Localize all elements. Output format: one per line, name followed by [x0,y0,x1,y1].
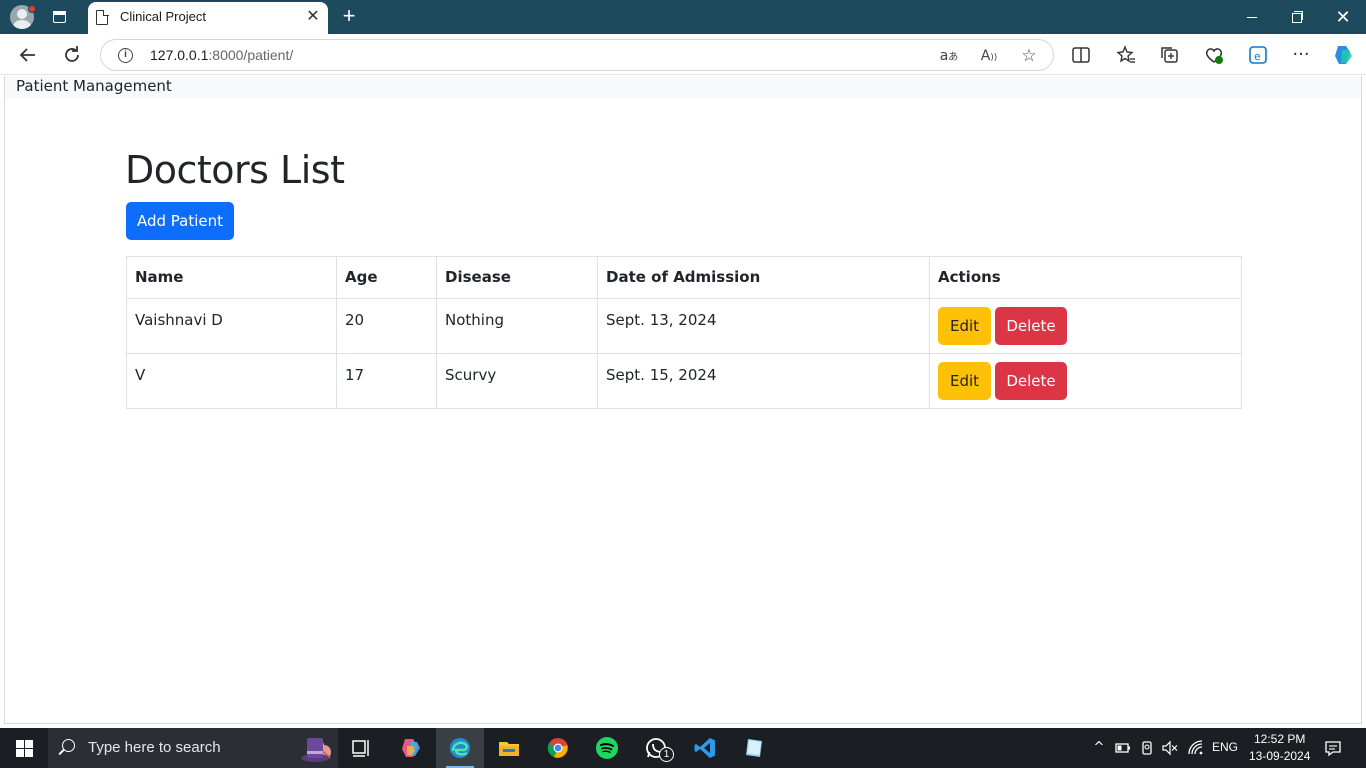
cell-disease: Scurvy [436,353,598,409]
read-aloud-icon[interactable]: A)) [979,46,999,66]
url-text[interactable]: 127.0.0.1:8000/patient/ [150,47,293,63]
taskbar-task-view[interactable] [338,728,386,768]
table-header-row: Name Age Disease Date of Admission Actio… [126,256,1242,299]
search-placeholder: Type here to search [88,739,221,756]
taskbar-spotify[interactable] [583,728,631,768]
cell-name: Vaishnavi D [126,298,337,354]
back-arrow-icon[interactable] [15,42,41,68]
notification-center-icon[interactable] [1324,739,1342,757]
taskbar-copilot[interactable] [387,728,435,768]
page-viewport: Patient Management Doctors List Add Pati… [4,76,1362,724]
battery-icon[interactable] [1114,739,1132,757]
collections-icon[interactable] [1157,42,1183,68]
minimize-icon[interactable] [1241,6,1263,28]
navbar-brand[interactable]: Patient Management [16,77,172,95]
cell-age: 20 [336,298,437,354]
favorite-star-icon[interactable]: ☆ [1019,46,1039,66]
taskbar-notes-app[interactable] [730,728,778,768]
translate-icon[interactable]: aあ [939,46,959,66]
page-title: Doctors List [125,148,345,192]
taskbar-edge[interactable] [436,728,484,768]
taskbar-chrome[interactable] [534,728,582,768]
whatsapp-badge: 1 [659,747,674,762]
tab-actions-icon[interactable] [50,8,68,26]
speaker-muted-icon[interactable] [1161,739,1179,757]
add-patient-button[interactable]: Add Patient [126,202,234,240]
windows-start-icon[interactable] [16,740,33,757]
edit-button[interactable]: Edit [938,362,991,400]
browser-tab[interactable]: Clinical Project ✕ [88,2,328,34]
clock-date[interactable]: 13-09-2024 [1249,749,1310,763]
tab-close-icon[interactable]: ✕ [304,8,322,26]
profile-notification-dot [28,5,36,13]
header-name: Name [126,256,337,299]
site-info-icon[interactable]: i [118,48,133,63]
header-date: Date of Admission [597,256,930,299]
navbar: Patient Management [5,76,1361,98]
refresh-icon[interactable] [59,42,85,68]
delete-button[interactable]: Delete [995,307,1067,345]
taskbar: Type here to search 1 ^ ENG 12:52 PM 13-… [0,728,1366,768]
search-icon [62,739,75,752]
taskbar-vscode[interactable] [681,728,729,768]
header-disease: Disease [436,256,598,299]
delete-button[interactable]: Delete [995,362,1067,400]
edge-extension-icon[interactable]: e [1245,42,1271,68]
cell-actions: Edit Delete [929,298,1242,354]
browser-toolbar: i 127.0.0.1:8000/patient/ aあ A)) ☆ e ··· [0,34,1366,75]
show-hidden-icons-chevron-icon[interactable]: ^ [1090,739,1108,757]
clock-time[interactable]: 12:52 PM [1254,732,1305,746]
taskbar-whatsapp[interactable]: 1 [632,728,680,768]
page-icon [96,9,109,25]
cell-date: Sept. 15, 2024 [597,353,930,409]
address-bar[interactable]: i 127.0.0.1:8000/patient/ aあ A)) ☆ [100,39,1054,71]
cell-disease: Nothing [436,298,598,354]
cell-actions: Edit Delete [929,353,1242,409]
wifi-icon[interactable] [1187,739,1205,757]
favorites-icon[interactable] [1113,42,1139,68]
browser-tab-strip: Clinical Project ✕ + ✕ [0,0,1366,34]
magician-hat-icon[interactable] [300,734,330,762]
cell-age: 17 [336,353,437,409]
cell-date: Sept. 13, 2024 [597,298,930,354]
header-age: Age [336,256,437,299]
header-actions: Actions [929,256,1242,299]
window-close-icon[interactable]: ✕ [1332,6,1354,28]
taskbar-file-explorer[interactable] [485,728,533,768]
new-tab-icon[interactable]: + [338,4,360,28]
split-screen-icon[interactable] [1068,42,1094,68]
language-indicator[interactable]: ENG [1212,740,1238,754]
cell-name: V [126,353,337,409]
patients-table: Name Age Disease Date of Admission Actio… [126,256,1242,409]
table-row: V 17 Scurvy Sept. 15, 2024 Edit Delete [126,353,1242,409]
taskbar-search-box[interactable]: Type here to search [48,728,338,768]
tab-title: Clinical Project [120,9,206,24]
meet-now-icon[interactable] [1138,739,1156,757]
table-row: Vaishnavi D 20 Nothing Sept. 13, 2024 Ed… [126,298,1242,354]
more-options-icon[interactable]: ··· [1288,42,1314,68]
restore-icon[interactable] [1285,6,1307,28]
copilot-icon[interactable] [1330,42,1356,68]
browser-essentials-icon[interactable] [1201,42,1227,68]
edit-button[interactable]: Edit [938,307,991,345]
svg-text:e: e [1254,50,1261,63]
